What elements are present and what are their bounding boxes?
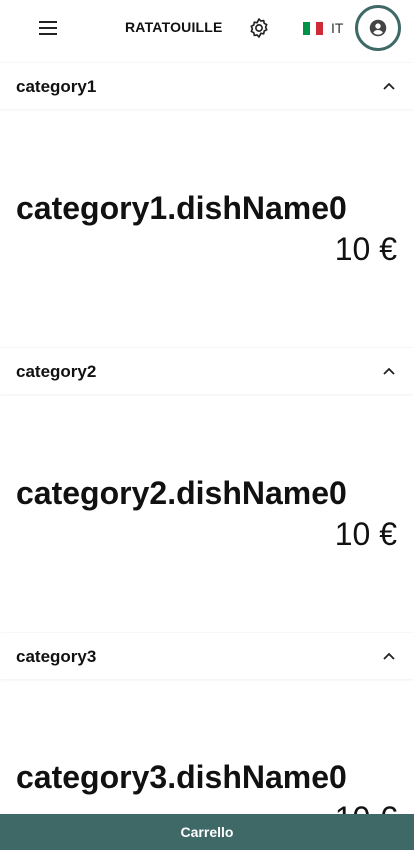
cart-button[interactable]: Carrello: [0, 814, 414, 850]
dish-price: 10 €: [334, 231, 397, 267]
app-title: RATATOUILLE: [125, 19, 223, 35]
settings-button[interactable]: [246, 15, 272, 41]
category-title: category2: [16, 362, 97, 381]
account-button[interactable]: [355, 5, 401, 51]
gear-icon: [250, 18, 268, 38]
flag-stripe-red: [316, 21, 324, 35]
account-circle-icon: [369, 19, 387, 37]
dish-name[interactable]: category3.dishName0: [16, 759, 347, 796]
chevron-up-icon: [382, 364, 396, 378]
dish-name[interactable]: category1.dishName0: [16, 190, 347, 227]
language-code: IT: [331, 20, 344, 36]
chevron-up-icon: [382, 79, 396, 93]
category-header-2[interactable]: category2: [0, 348, 414, 394]
flag-stripe-green: [303, 21, 310, 35]
language-selector[interactable]: IT: [303, 19, 343, 37]
app-root: RATATOUILLE IT category1 category1.dishN…: [0, 0, 414, 850]
hamburger-menu-icon: [39, 21, 57, 35]
category-header-1[interactable]: category1: [0, 63, 414, 109]
italy-flag-icon: [303, 21, 324, 35]
category-title: category3: [16, 647, 97, 666]
dish-name[interactable]: category2.dishName0: [16, 475, 347, 512]
cart-button-label: Carrello: [180, 824, 234, 840]
chevron-up-icon: [382, 649, 396, 663]
category-title: category1: [16, 77, 97, 96]
top-bar: RATATOUILLE IT: [0, 0, 414, 56]
menu-button[interactable]: [30, 16, 66, 40]
dish-price: 10 €: [334, 516, 397, 552]
flag-stripe-white: [309, 21, 317, 35]
category-header-3[interactable]: category3: [0, 633, 414, 679]
